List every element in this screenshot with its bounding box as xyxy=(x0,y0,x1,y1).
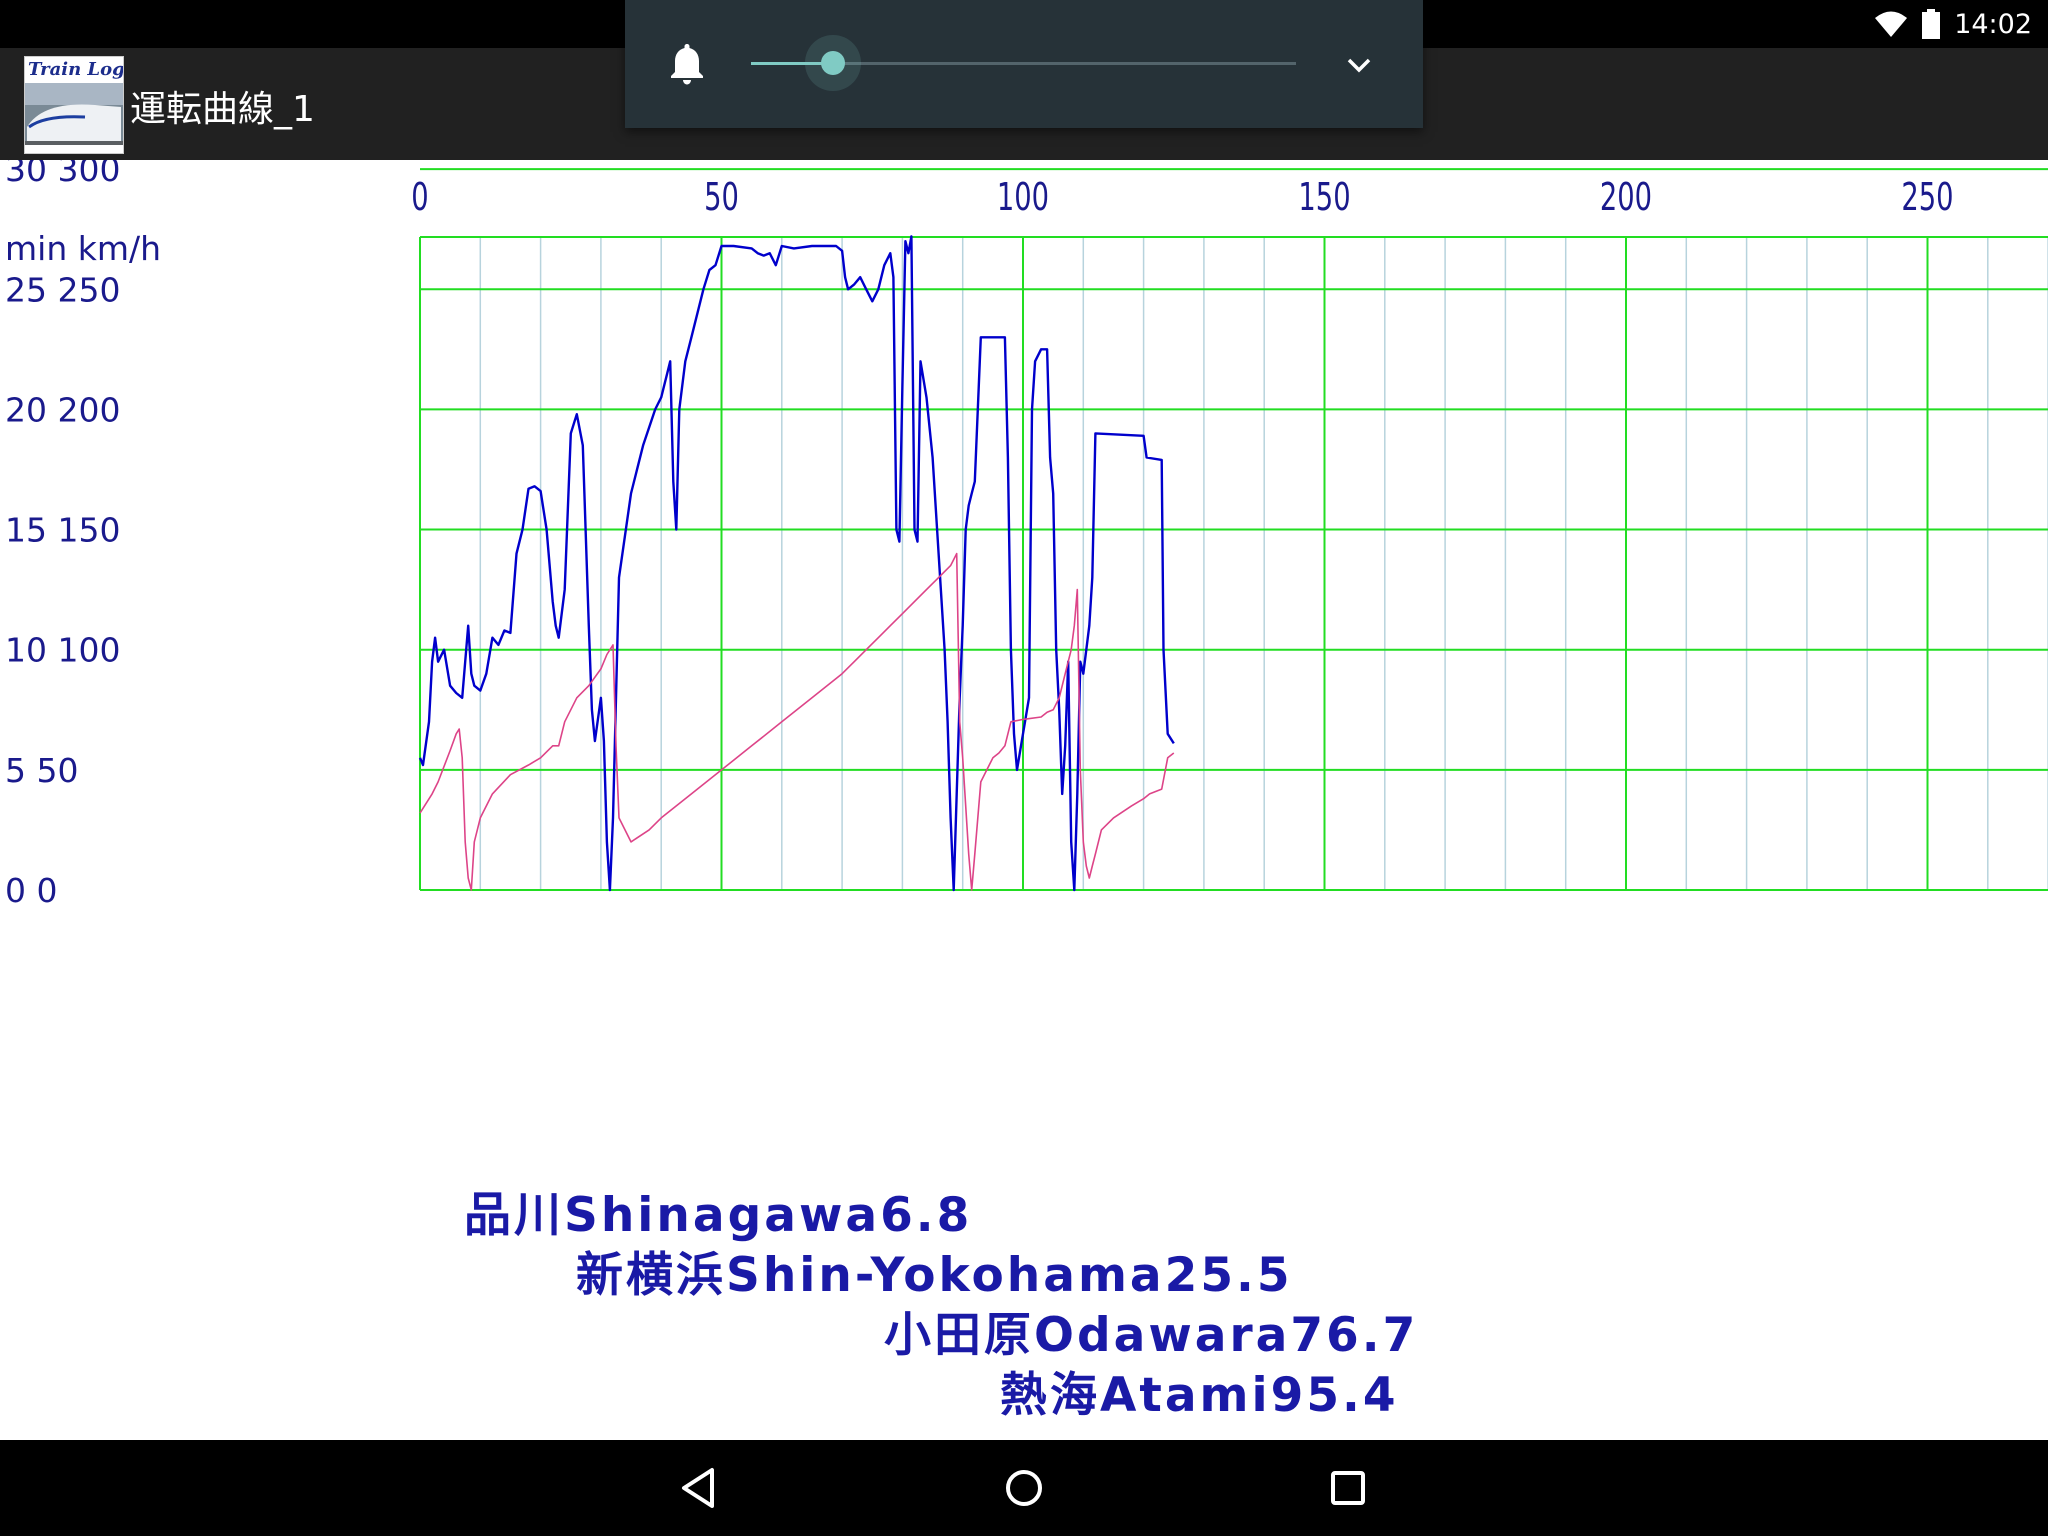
y-tick-label: 30 300 xyxy=(5,160,120,189)
station-label-odawara: 小田原Odawara76.7 xyxy=(884,1308,1419,1363)
run-curve-chart: 0 50 100 150 200 250 30 300 25 250 20 200 15 150… xyxy=(5,160,2048,910)
volume-slider-thumb[interactable] xyxy=(820,51,845,75)
station-label-shin-yokohama: 新横浜Shin-Yokohama25.5 xyxy=(576,1248,1293,1303)
y-tick-label: 25 250 xyxy=(5,270,120,309)
y-tick-label: 10 100 xyxy=(5,631,120,670)
page-title: 運転曲線_1 xyxy=(130,89,315,130)
y-tick-label: 15 150 xyxy=(5,511,120,550)
y-tick-label: 0 0 xyxy=(5,871,57,910)
y-tick-label: 20 200 xyxy=(5,390,120,429)
x-axis-ticks: 0 50 100 150 200 250 xyxy=(411,176,1953,220)
series-group xyxy=(418,235,1175,892)
chevron-down-icon[interactable] xyxy=(1345,56,1373,76)
y-axis-ticks: 30 300 25 250 20 200 15 150 10 100 5 50 0 0 xyxy=(5,160,120,910)
x-tick-label: 150 xyxy=(1298,176,1350,220)
y-tick-label: 5 50 xyxy=(5,751,78,790)
x-tick-label: 100 xyxy=(997,176,1049,220)
station-label-atami: 熱海Atami95.4 xyxy=(1000,1368,1399,1423)
clock: 14:02 xyxy=(1954,8,2032,40)
station-list: 品川Shinagawa6.8 新横浜Shin-Yokohama25.5 小田原O… xyxy=(0,1160,2048,1440)
app-logo[interactable]: Train Log xyxy=(24,56,124,154)
minor-grid xyxy=(479,237,2048,890)
station-label-shinagawa: 品川Shinagawa6.8 xyxy=(464,1188,973,1243)
train-photo xyxy=(25,83,123,153)
battery-icon xyxy=(1922,9,1941,39)
status-icons: 14:02 xyxy=(1874,0,2032,48)
x-tick-label: 50 xyxy=(704,176,739,220)
major-grid xyxy=(419,168,2048,891)
x-tick-label: 0 xyxy=(411,176,428,220)
wifi-icon xyxy=(1875,11,1908,37)
speed-series-line xyxy=(418,235,1175,892)
y-axis-header: min km/h xyxy=(5,229,161,268)
home-icon[interactable] xyxy=(994,1458,1054,1518)
bell-icon[interactable] xyxy=(667,42,707,86)
navigation-bar xyxy=(0,1440,2048,1536)
x-tick-label: 250 xyxy=(1901,176,1953,220)
back-icon[interactable] xyxy=(670,1458,730,1518)
x-tick-label: 200 xyxy=(1600,176,1652,220)
recents-icon[interactable] xyxy=(1318,1458,1378,1518)
